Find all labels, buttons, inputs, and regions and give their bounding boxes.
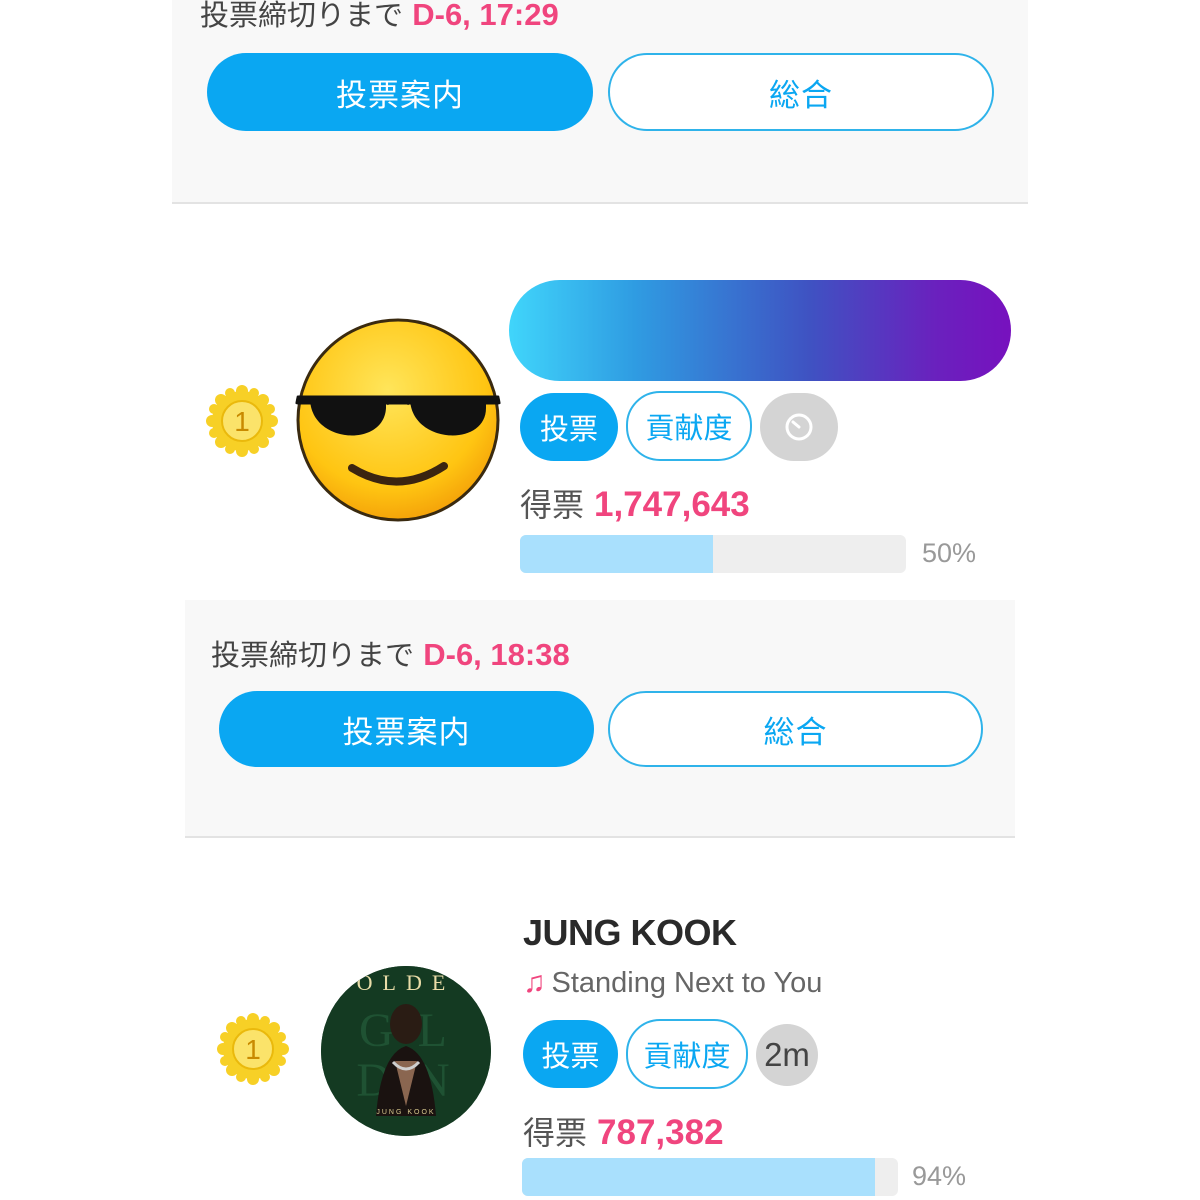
- medal-rank-number: 1: [245, 1034, 261, 1065]
- votes-label: 得票: [520, 486, 585, 524]
- votes-label: 得票: [523, 1114, 588, 1152]
- deadline-label: 投票締切りまで: [211, 638, 415, 672]
- album-cover-image: OLDE G L D N JUNG KOOK: [321, 966, 491, 1136]
- vote-progress-label: 50%: [922, 538, 977, 568]
- votes-count: 得票 787,382: [523, 1108, 724, 1154]
- timer-button[interactable]: 2m: [756, 1024, 818, 1086]
- deadline-value: D-6, 17:29: [412, 0, 559, 32]
- artist-name: JUNG KOOK: [523, 912, 737, 953]
- overall-button[interactable]: 総合: [608, 53, 994, 131]
- contribution-button[interactable]: 貢献度: [626, 1019, 748, 1089]
- deadline-label: 投票締切りまで: [200, 0, 404, 32]
- medal-rank-icon: 1: [205, 384, 279, 458]
- vote-guide-button[interactable]: 投票案内: [207, 53, 593, 131]
- overall-button[interactable]: 総合: [608, 691, 983, 767]
- deadline-text: 投票締切りまで D-6, 18:38: [211, 632, 570, 674]
- medal-rank-icon: 1: [216, 1012, 290, 1086]
- music-note-icon: ♫: [523, 966, 546, 999]
- vote-progress-bar: [520, 535, 906, 573]
- vote-progress-label: 94%: [912, 1161, 967, 1191]
- vote-progress-fill: [520, 535, 713, 573]
- deadline-text: 投票締切りまで D-6, 17:29: [200, 0, 559, 34]
- timer-icon: [785, 413, 813, 441]
- vote-button[interactable]: 投票: [523, 1020, 618, 1088]
- votes-value: 1,747,643: [594, 485, 750, 524]
- song-title-text: Standing Next to You: [551, 967, 823, 999]
- vote-progress-fill: [522, 1158, 876, 1196]
- sunglasses-emoji-icon: [294, 316, 502, 524]
- cover-artist-text: JUNG KOOK: [376, 1109, 435, 1116]
- votes-count: 得票 1,747,643: [520, 480, 750, 526]
- votes-value: 787,382: [597, 1113, 724, 1152]
- artist-name-redacted-bar: [509, 280, 1011, 381]
- vote-button[interactable]: 投票: [520, 393, 618, 461]
- timer-button[interactable]: [760, 393, 838, 461]
- cover-title-text: OLDE: [357, 970, 456, 995]
- medal-rank-number: 1: [234, 406, 250, 437]
- contribution-button[interactable]: 貢献度: [626, 391, 752, 461]
- vote-progress-bar: [522, 1158, 898, 1196]
- song-title: ♫ Standing Next to You: [523, 966, 822, 1000]
- deadline-value: D-6, 18:38: [423, 637, 570, 672]
- vote-guide-button[interactable]: 投票案内: [219, 691, 594, 767]
